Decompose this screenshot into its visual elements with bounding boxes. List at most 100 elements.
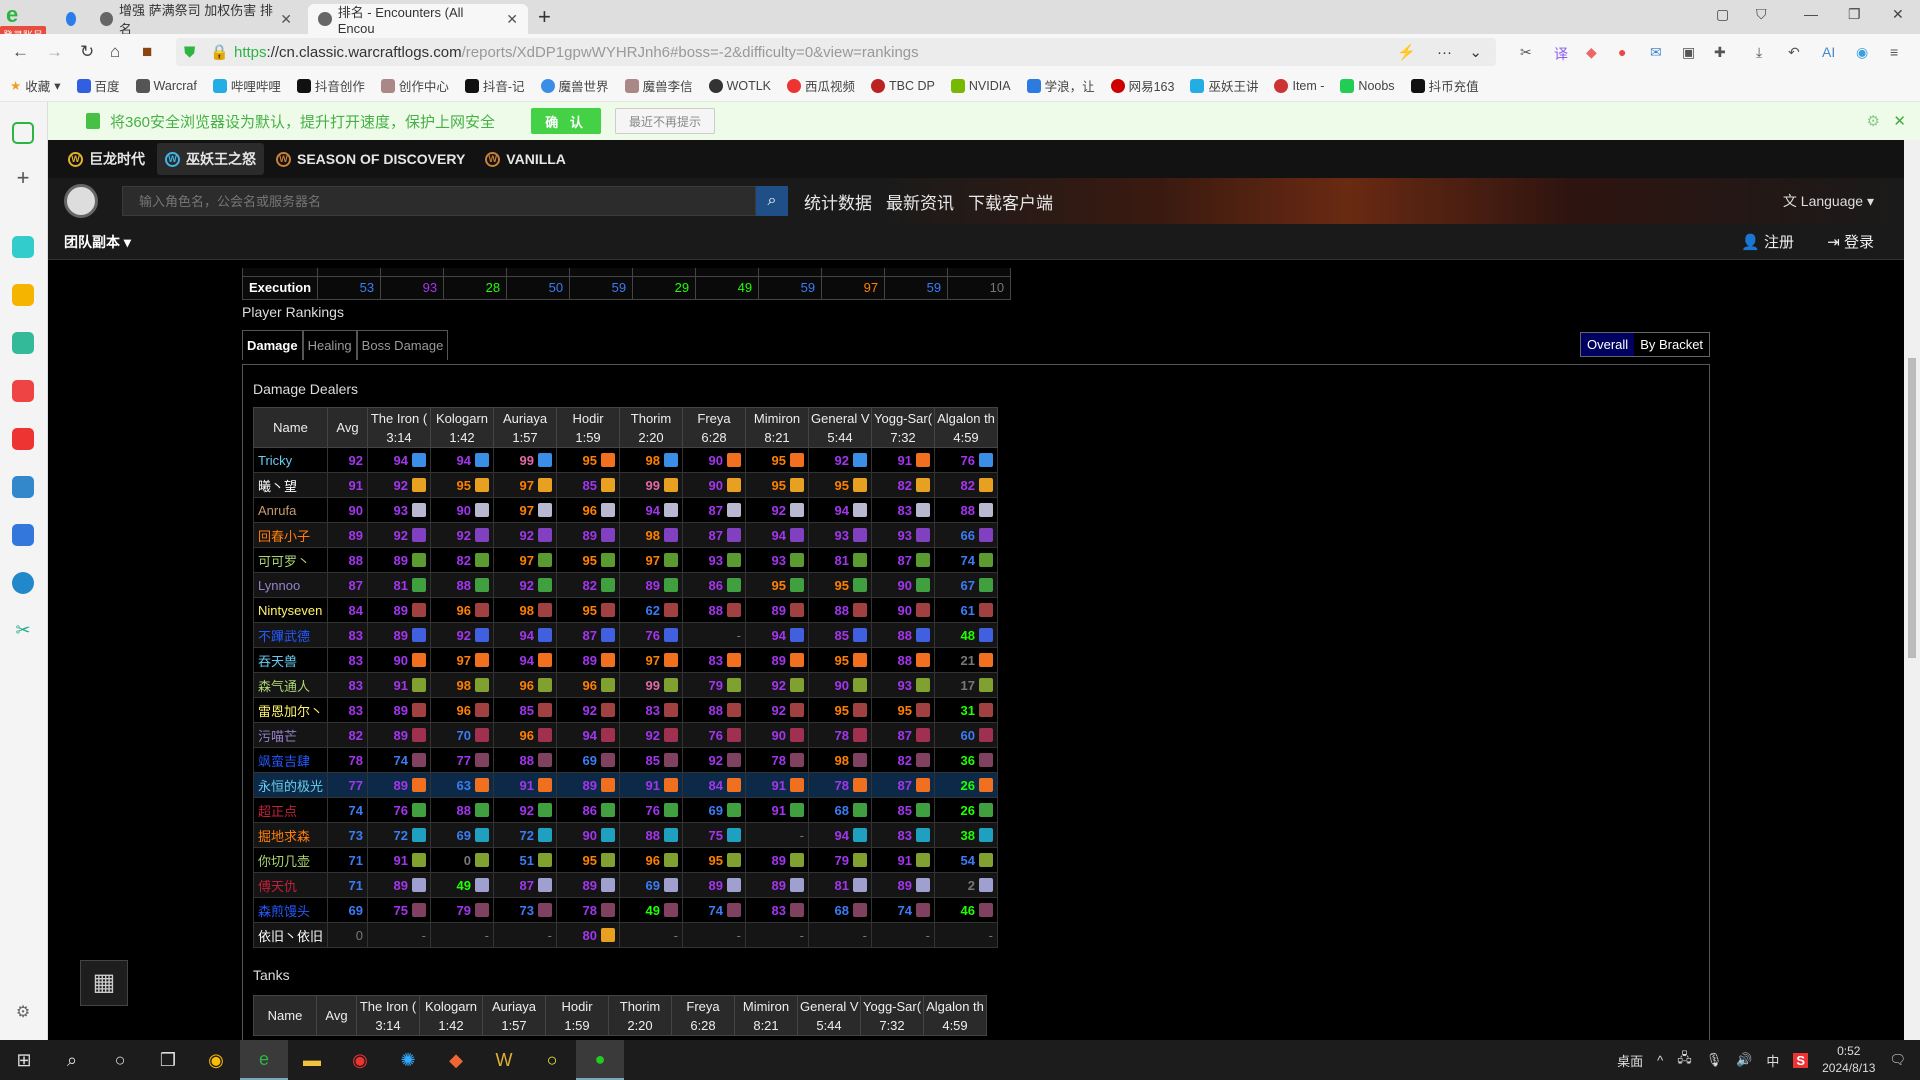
sogou-icon[interactable]: S [1793, 1052, 1809, 1068]
player-row[interactable]: Lynnoo 87 81 88 92 82 89 86 95 95 90 67 [252, 572, 999, 598]
bookmark-item[interactable]: 学浪，让 [1026, 76, 1095, 95]
parse-cell[interactable]: 88 [682, 597, 747, 623]
parse-cell[interactable]: 91 [619, 772, 684, 798]
screen-icon[interactable]: ▣ [1682, 44, 1695, 61]
parse-cell[interactable]: 78 [745, 747, 810, 773]
parse-cell[interactable]: 76 [619, 797, 684, 823]
file-explorer-app[interactable]: ▬ [288, 1040, 336, 1080]
bookmark-item[interactable]: 巫妖王讲 [1190, 76, 1258, 95]
parse-cell[interactable]: 0 [430, 847, 495, 873]
parse-cell[interactable]: 90 [745, 722, 810, 748]
parse-cell[interactable]: 89 [367, 597, 432, 623]
translate-icon[interactable] [12, 572, 34, 594]
header-boss[interactable]: Auriaya 1:57 [482, 995, 546, 1036]
clock[interactable]: 0:52 2024/8/13 [1822, 1043, 1875, 1077]
parse-cell[interactable]: 93 [682, 547, 747, 573]
parse-cell[interactable]: 92 [556, 697, 621, 723]
parse-cell[interactable]: 95 [808, 472, 873, 498]
parse-cell[interactable]: - [430, 922, 495, 948]
header-boss[interactable]: Auriaya 1:57 [493, 407, 558, 448]
task-view-button[interactable]: ❒ [144, 1040, 192, 1080]
parse-cell[interactable]: 95 [808, 647, 873, 673]
parse-cell[interactable]: 69 [430, 822, 495, 848]
header-avg[interactable]: Avg [316, 995, 357, 1036]
parse-cell[interactable]: 84 [682, 772, 747, 798]
parse-cell[interactable]: 75 [367, 897, 432, 923]
360-browser-app[interactable]: e [240, 1040, 288, 1080]
language-selector[interactable]: 文 Language ▾ [1783, 191, 1874, 211]
parse-cell[interactable]: 83 [619, 697, 684, 723]
parse-cell[interactable]: 92 [367, 472, 432, 498]
parse-cell[interactable]: 94 [493, 647, 558, 673]
parse-cell[interactable]: 49 [619, 897, 684, 923]
parse-cell[interactable]: 68 [808, 797, 873, 823]
bookmark-item[interactable]: 西瓜视频 [787, 76, 855, 95]
parse-cell[interactable]: 95 [745, 447, 810, 473]
search-button[interactable]: ⌕ [48, 1040, 96, 1080]
bookmark-item[interactable]: 创作中心 [380, 76, 449, 95]
player-name[interactable]: 曦丶望 [252, 472, 329, 498]
microphone-icon[interactable]: 🎙 [1706, 1052, 1723, 1068]
parse-cell[interactable]: - [367, 922, 432, 948]
parse-cell[interactable]: 76 [934, 447, 999, 473]
gear-icon[interactable]: ⚙ [1867, 112, 1880, 130]
parse-cell[interactable]: 97 [493, 472, 558, 498]
reload-button[interactable]: ↻ [80, 42, 94, 62]
header-boss[interactable]: Thorim 2:20 [608, 995, 672, 1036]
close-window-button[interactable]: ✕ [1892, 6, 1904, 23]
parse-cell[interactable]: 90 [367, 647, 432, 673]
menu-icon[interactable]: ≡ [1890, 44, 1898, 60]
parse-cell[interactable]: 93 [745, 547, 810, 573]
skin-icon[interactable]: ⛉ [1756, 6, 1767, 23]
parse-cell[interactable]: 93 [871, 522, 936, 548]
parse-cell[interactable]: 86 [682, 572, 747, 598]
undo-icon[interactable]: ↶ [1788, 44, 1800, 61]
scissors-icon[interactable]: ✂ [1520, 44, 1532, 61]
warcraftlogs-logo[interactable] [64, 184, 98, 218]
player-row[interactable]: 雷恩加尔丶 83 89 96 85 92 83 88 92 95 95 31 [252, 697, 999, 723]
parse-cell[interactable]: 2 [934, 872, 999, 898]
parse-cell[interactable]: 97 [619, 547, 684, 573]
parse-cell[interactable]: 99 [619, 472, 684, 498]
parse-cell[interactable]: 89 [367, 722, 432, 748]
login-link[interactable]: ⇥ 登录 [1827, 231, 1874, 252]
player-row[interactable]: 超正点 74 76 88 92 86 76 69 91 68 85 26 [252, 797, 999, 823]
parse-cell[interactable]: 62 [619, 597, 684, 623]
parse-cell[interactable]: 96 [619, 847, 684, 873]
parse-cell[interactable]: 93 [871, 672, 936, 698]
tab-count-icon[interactable]: ▢ [1716, 6, 1729, 23]
parse-cell[interactable]: 75 [682, 822, 747, 848]
parse-cell[interactable]: 78 [808, 722, 873, 748]
parse-cell[interactable]: - [682, 922, 747, 948]
parse-cell[interactable]: 94 [430, 447, 495, 473]
dismiss-button[interactable]: 最近不再提示 [615, 108, 716, 134]
lightning-icon[interactable]: ⚡ [1397, 43, 1416, 61]
scissors-icon[interactable]: ✂ [12, 620, 34, 642]
parse-cell[interactable]: 98 [808, 747, 873, 773]
parse-cell[interactable]: 90 [871, 597, 936, 623]
parse-cell[interactable]: 89 [745, 872, 810, 898]
parse-cell[interactable]: 46 [934, 897, 999, 923]
nav-statistics[interactable]: 统计数据 [804, 189, 872, 214]
parse-cell[interactable]: 91 [871, 447, 936, 473]
parse-cell[interactable]: 96 [556, 497, 621, 523]
parse-cell[interactable]: 99 [619, 672, 684, 698]
parse-cell[interactable]: 98 [619, 447, 684, 473]
header-boss[interactable]: Hodir 1:59 [545, 995, 609, 1036]
parse-cell[interactable]: 21 [934, 647, 999, 673]
bookmark-item[interactable]: 百度 [76, 76, 120, 95]
notification-center-icon[interactable]: 🗨 [1889, 1052, 1906, 1068]
start-button[interactable]: ⊞ [0, 1040, 48, 1080]
parse-cell[interactable]: 82 [871, 747, 936, 773]
parse-cell[interactable]: 88 [934, 497, 999, 523]
parse-cell[interactable]: 95 [871, 697, 936, 723]
parse-cell[interactable]: - [871, 922, 936, 948]
parse-cell[interactable]: 72 [367, 822, 432, 848]
bookmark-item[interactable]: 抖币充值 [1410, 76, 1479, 95]
desktop-label[interactable]: 桌面 [1617, 1051, 1643, 1070]
player-row[interactable]: 可可罗丶 88 89 82 97 95 97 93 93 81 87 74 [252, 547, 999, 573]
briefcase-icon[interactable]: ■ [142, 42, 152, 62]
header-boss[interactable]: The Iron (3:14 [356, 995, 420, 1036]
parse-cell[interactable]: 96 [430, 697, 495, 723]
header-boss[interactable]: Yogg-Sar(7:32 [871, 407, 936, 448]
